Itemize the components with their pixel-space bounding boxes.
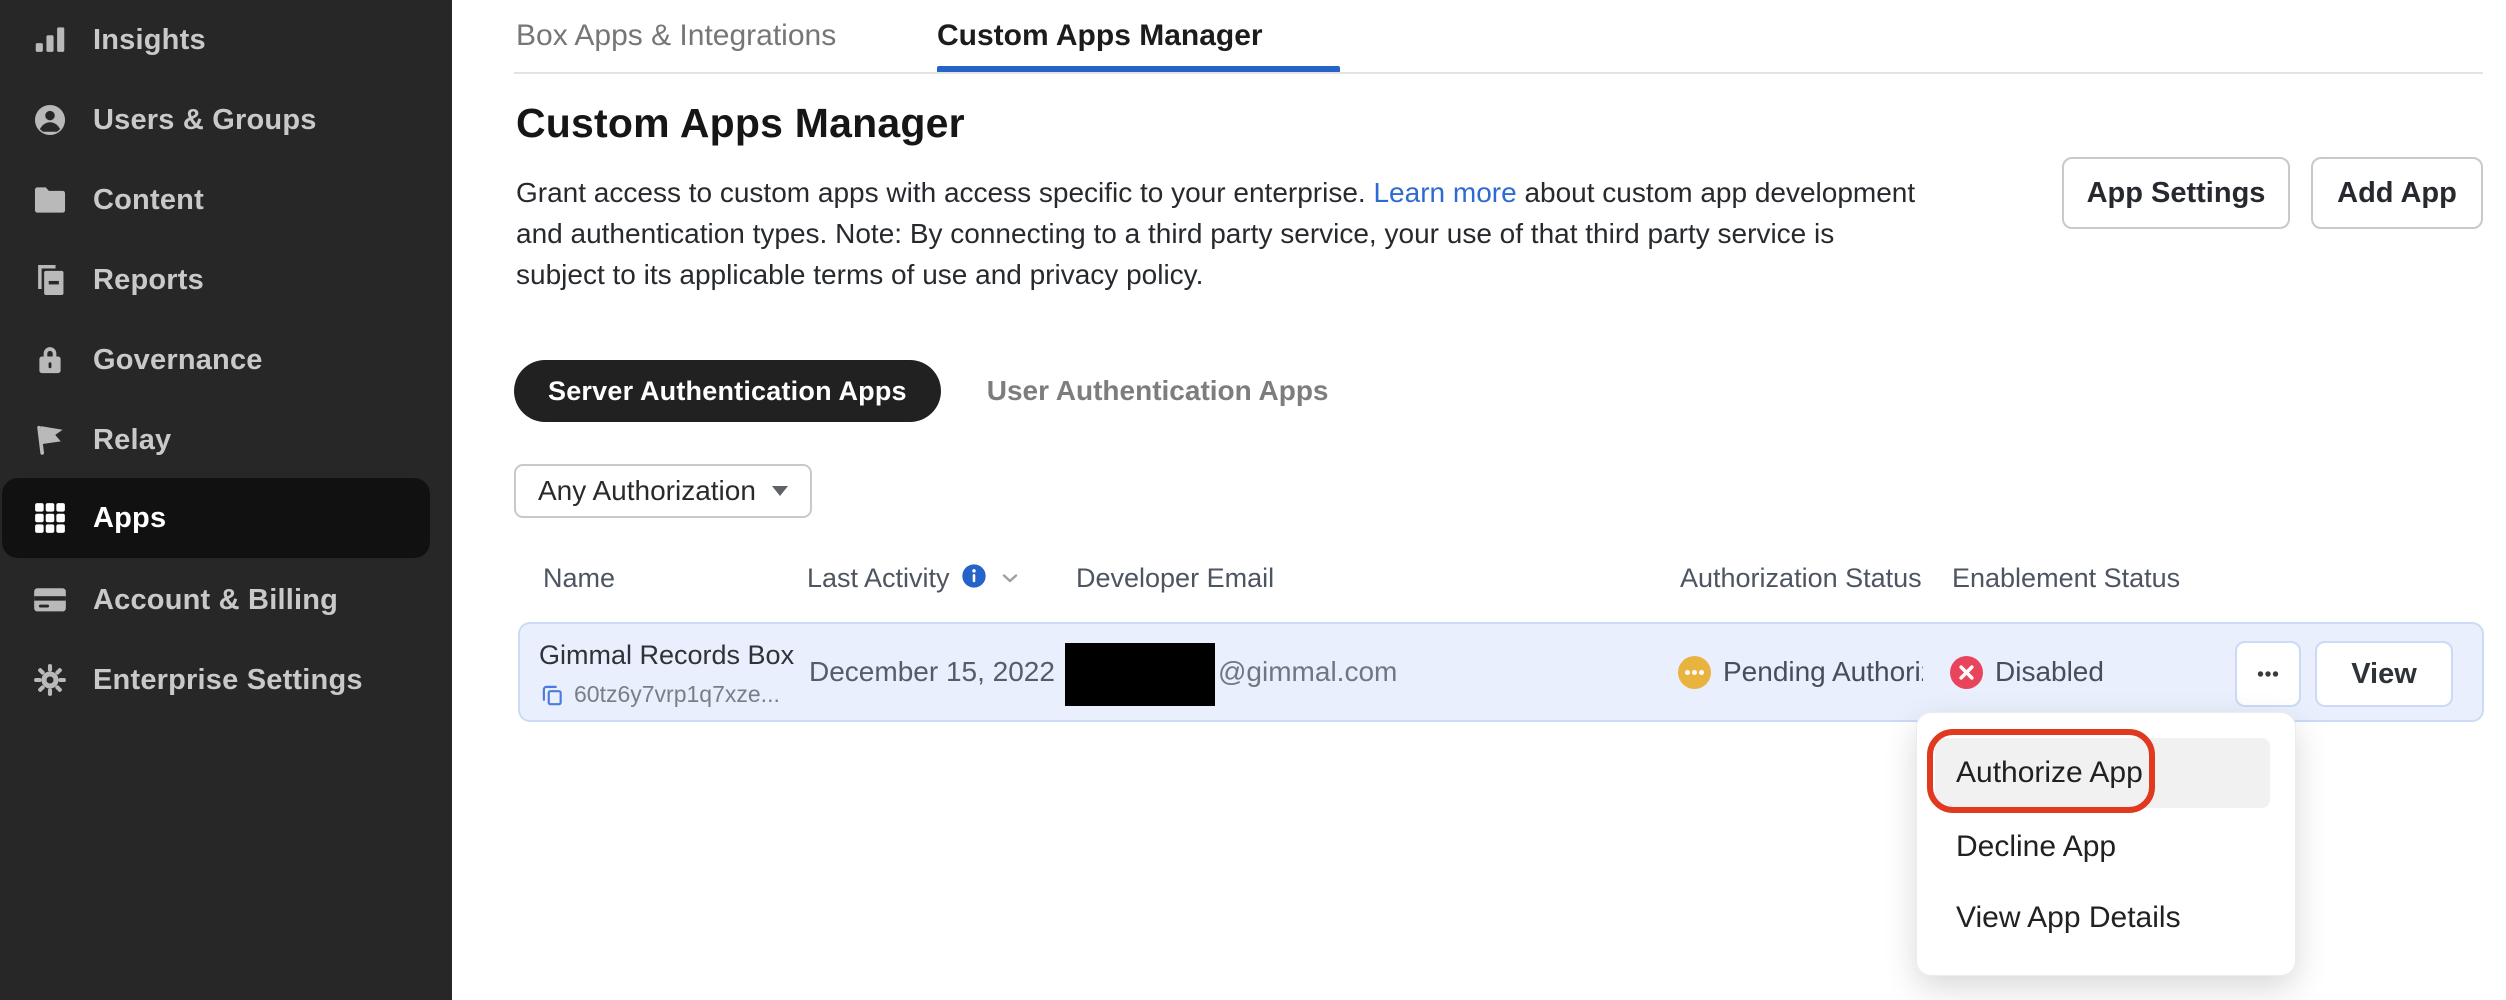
last-activity-value: December 15, 2022 — [809, 624, 1055, 720]
app-id-copy[interactable]: 60tz6y7vrp1q7xze... — [539, 681, 780, 708]
sidebar-item-label: Users & Groups — [93, 104, 317, 137]
authorization-status: Pending Authorization — [1678, 624, 1923, 720]
sidebar-item-users-groups[interactable]: Users & Groups — [0, 80, 452, 160]
sidebar-item-content[interactable]: Content — [0, 160, 452, 240]
bar-chart-icon — [30, 20, 70, 60]
tab-box-apps-integrations[interactable]: Box Apps & Integrations — [516, 0, 836, 72]
sidebar-item-label: Relay — [93, 424, 171, 457]
sort-chevron-down-icon[interactable] — [998, 566, 1022, 590]
row-more-actions-button[interactable] — [2235, 641, 2301, 707]
menu-item-authorize-app[interactable]: Authorize App — [1935, 738, 2270, 808]
main-content: Box Apps & Integrations Custom Apps Mana… — [452, 0, 2506, 1000]
row-actions-context-menu: Authorize App Decline App View App Detai… — [1917, 713, 2295, 975]
column-header-developer-email: Developer Email — [1076, 563, 1274, 594]
description-line: and authentication types. Note: By conne… — [516, 213, 2016, 254]
app-name: Gimmal Records Box — [539, 640, 794, 671]
enablement-status-value: Disabled — [1995, 656, 2104, 688]
app-settings-button[interactable]: App Settings — [2062, 157, 2290, 229]
gear-icon — [30, 660, 70, 700]
menu-item-decline-app[interactable]: Decline App — [1935, 821, 2270, 873]
authorization-filter-dropdown[interactable]: Any Authorization — [514, 464, 812, 518]
credit-card-icon — [30, 580, 70, 620]
sidebar: Insights Users & Groups Content Reports — [0, 0, 452, 1000]
sidebar-item-label: Content — [93, 184, 204, 217]
sidebar-item-account-billing[interactable]: Account & Billing — [0, 560, 452, 640]
page-description: Grant access to custom apps with access … — [516, 172, 2016, 295]
sidebar-item-reports[interactable]: Reports — [0, 240, 452, 320]
box-admin-console: Insights Users & Groups Content Reports — [0, 0, 2506, 1000]
folder-icon — [30, 180, 70, 220]
dropdown-selected-value: Any Authorization — [538, 475, 756, 507]
view-button[interactable]: View — [2315, 641, 2453, 707]
segment-user-auth-apps[interactable]: User Authentication Apps — [987, 375, 1329, 407]
table-row: Gimmal Records Box 60tz6y7vrp1q7xze... D… — [518, 622, 2484, 722]
sidebar-item-insights[interactable]: Insights — [0, 0, 452, 80]
column-header-name: Name — [543, 563, 615, 594]
authorization-status-value: Pending Authorization — [1723, 656, 1923, 688]
column-header-last-activity[interactable]: Last Activity — [807, 563, 950, 594]
redacted-email-prefix — [1065, 643, 1215, 706]
sidebar-item-label: Reports — [93, 264, 204, 297]
description-line: subject to its applicable terms of use a… — [516, 254, 2016, 295]
sidebar-item-label: Account & Billing — [93, 584, 338, 617]
sidebar-item-apps[interactable]: Apps — [2, 478, 430, 558]
auth-type-segment: Server Authentication Apps User Authenti… — [514, 360, 1329, 422]
tabs-divider — [514, 72, 2483, 74]
description-text: Grant access to custom apps with access … — [516, 177, 1373, 208]
column-header-enablement-status: Enablement Status — [1952, 563, 2180, 594]
user-icon — [30, 100, 70, 140]
sidebar-item-governance[interactable]: Governance — [0, 320, 452, 400]
info-icon[interactable] — [960, 562, 988, 590]
lock-icon — [30, 340, 70, 380]
tab-custom-apps-manager[interactable]: Custom Apps Manager — [937, 0, 1263, 72]
flag-icon — [30, 420, 70, 460]
segment-server-auth-apps[interactable]: Server Authentication Apps — [514, 360, 941, 422]
app-id: 60tz6y7vrp1q7xze... — [574, 681, 780, 708]
pending-status-icon — [1678, 656, 1711, 689]
description-text: about custom app development — [1517, 177, 1915, 208]
sidebar-item-label: Governance — [93, 344, 263, 377]
enablement-status: Disabled — [1950, 624, 2104, 720]
disabled-status-icon — [1950, 656, 1983, 689]
sidebar-item-label: Insights — [93, 24, 206, 57]
description-line: Grant access to custom apps with access … — [516, 172, 2016, 213]
menu-item-view-app-details[interactable]: View App Details — [1935, 892, 2270, 944]
grid-icon — [30, 498, 70, 538]
copy-icon — [539, 682, 565, 708]
sidebar-item-label: Enterprise Settings — [93, 664, 363, 697]
learn-more-link[interactable]: Learn more — [1373, 177, 1516, 208]
caret-down-icon — [772, 486, 788, 496]
column-header-authorization-status: Authorization Status — [1680, 563, 1922, 594]
developer-email-domain: @gimmal.com — [1218, 624, 1397, 720]
sidebar-item-relay[interactable]: Relay — [0, 400, 452, 480]
page-title: Custom Apps Manager — [516, 100, 965, 147]
report-icon — [30, 260, 70, 300]
ellipsis-icon — [2252, 658, 2284, 690]
add-app-button[interactable]: Add App — [2311, 157, 2483, 229]
sidebar-item-enterprise-settings[interactable]: Enterprise Settings — [0, 640, 452, 720]
sidebar-item-label: Apps — [93, 502, 166, 535]
